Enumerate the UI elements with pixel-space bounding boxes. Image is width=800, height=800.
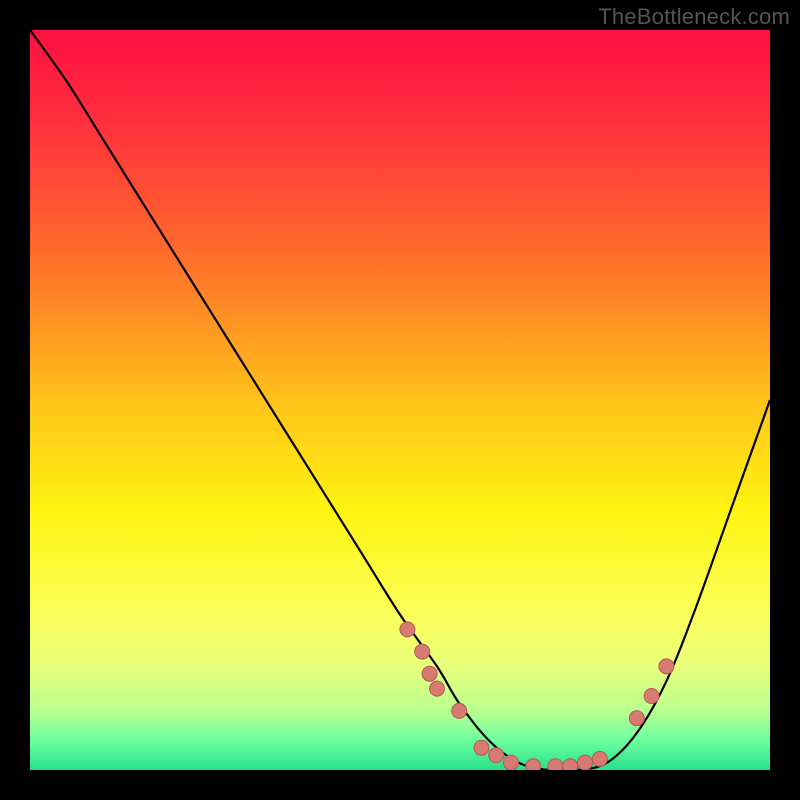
data-point <box>415 644 430 659</box>
watermark-text: TheBottleneck.com <box>598 4 790 30</box>
data-point <box>644 689 659 704</box>
data-points <box>400 622 674 770</box>
data-point <box>489 748 504 763</box>
data-point <box>592 751 607 766</box>
data-point <box>526 759 541 770</box>
data-point <box>452 703 467 718</box>
chart-frame <box>30 30 770 770</box>
data-point <box>629 711 644 726</box>
bottleneck-curve <box>30 30 770 770</box>
data-point <box>563 759 578 770</box>
data-point <box>474 740 489 755</box>
data-point <box>400 622 415 637</box>
data-point <box>422 666 437 681</box>
chart-plot <box>30 30 770 770</box>
data-point <box>430 681 445 696</box>
data-point <box>659 659 674 674</box>
data-point <box>578 755 593 770</box>
data-point <box>548 759 563 770</box>
data-point <box>504 755 519 770</box>
